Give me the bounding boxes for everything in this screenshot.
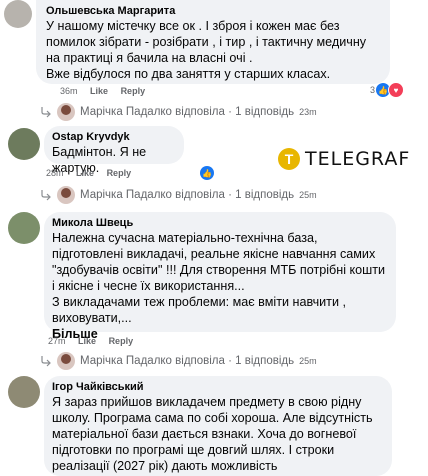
telegraf-logo-icon: T: [278, 148, 300, 170]
comment-text: Належна сучасна матеріально-технічна баз…: [52, 231, 386, 325]
like-button[interactable]: Like: [90, 86, 108, 96]
reply-time: 23m: [299, 107, 317, 117]
telegraf-watermark: T TELEGRAF: [278, 148, 410, 170]
comment-author[interactable]: Микола Швець: [52, 216, 388, 230]
comment-bubble: Микола Швець Належна сучасна матеріально…: [44, 212, 396, 341]
avatar: [57, 186, 75, 204]
comment-author[interactable]: Ігор Чайківський: [52, 380, 384, 394]
comment-text: У нашому містечку все ок . І зброя і кож…: [46, 19, 367, 81]
telegraf-wordmark: TELEGRAF: [305, 148, 411, 170]
comment-meta: 27m Like Reply: [48, 336, 143, 346]
comment-author[interactable]: Ольшевська Маргарита: [46, 4, 380, 18]
love-reaction-icon: ♥: [388, 82, 405, 98]
avatar[interactable]: [8, 128, 40, 160]
reply-arrow-icon: [41, 356, 51, 367]
replies-toggle[interactable]: Марічка Падалко відповіла · 1 відповідь …: [40, 103, 317, 121]
comment-meta: 28m Like Reply: [46, 168, 141, 178]
comment-time[interactable]: 36m: [60, 86, 78, 96]
avatar: [57, 103, 75, 121]
comment-bubble: Ольшевська Маргарита У нашому містечку в…: [36, 0, 390, 84]
comment-bubble: Ігор Чайківський Я зараз прийшов виклада…: [44, 376, 392, 476]
comment-bubble: Ostap Kryvdyk Бадмінтон. Я не жартую.: [44, 126, 184, 175]
reaction-summary[interactable]: 👍: [200, 166, 214, 180]
reply-button[interactable]: Reply: [109, 336, 134, 346]
reply-time: 25m: [299, 190, 317, 200]
comment-text: Я зараз прийшов викладачем предмету в св…: [52, 395, 373, 473]
avatar[interactable]: [4, 0, 32, 28]
reply-summary: Марічка Падалко відповіла · 1 відповідь: [80, 355, 295, 367]
like-button[interactable]: Like: [76, 168, 94, 178]
reply-summary: Марічка Падалко відповіла · 1 відповідь: [80, 189, 295, 201]
comment-meta: 36m Like Reply: [60, 86, 155, 96]
reply-arrow-icon: [41, 190, 51, 201]
reply-time: 25m: [299, 356, 317, 366]
reply-button[interactable]: Reply: [121, 86, 146, 96]
replies-toggle[interactable]: Марічка Падалко відповіла · 1 відповідь …: [40, 186, 317, 204]
avatar[interactable]: [8, 376, 40, 408]
like-reaction-icon: 👍: [200, 166, 214, 180]
replies-toggle[interactable]: Марічка Падалко відповіла · 1 відповідь …: [40, 352, 317, 370]
reply-summary: Марічка Падалко відповіла · 1 відповідь: [80, 106, 295, 118]
avatar: [57, 352, 75, 370]
reaction-count: 3: [370, 85, 376, 95]
like-button[interactable]: Like: [78, 336, 96, 346]
avatar[interactable]: [8, 212, 40, 244]
comment-author[interactable]: Ostap Kryvdyk: [52, 130, 176, 144]
reply-arrow-icon: [41, 107, 51, 118]
comment-time[interactable]: 27m: [48, 336, 66, 346]
comment-time[interactable]: 28m: [46, 168, 64, 178]
reaction-summary[interactable]: 3 👍 ♥: [370, 82, 405, 98]
reply-button[interactable]: Reply: [107, 168, 132, 178]
